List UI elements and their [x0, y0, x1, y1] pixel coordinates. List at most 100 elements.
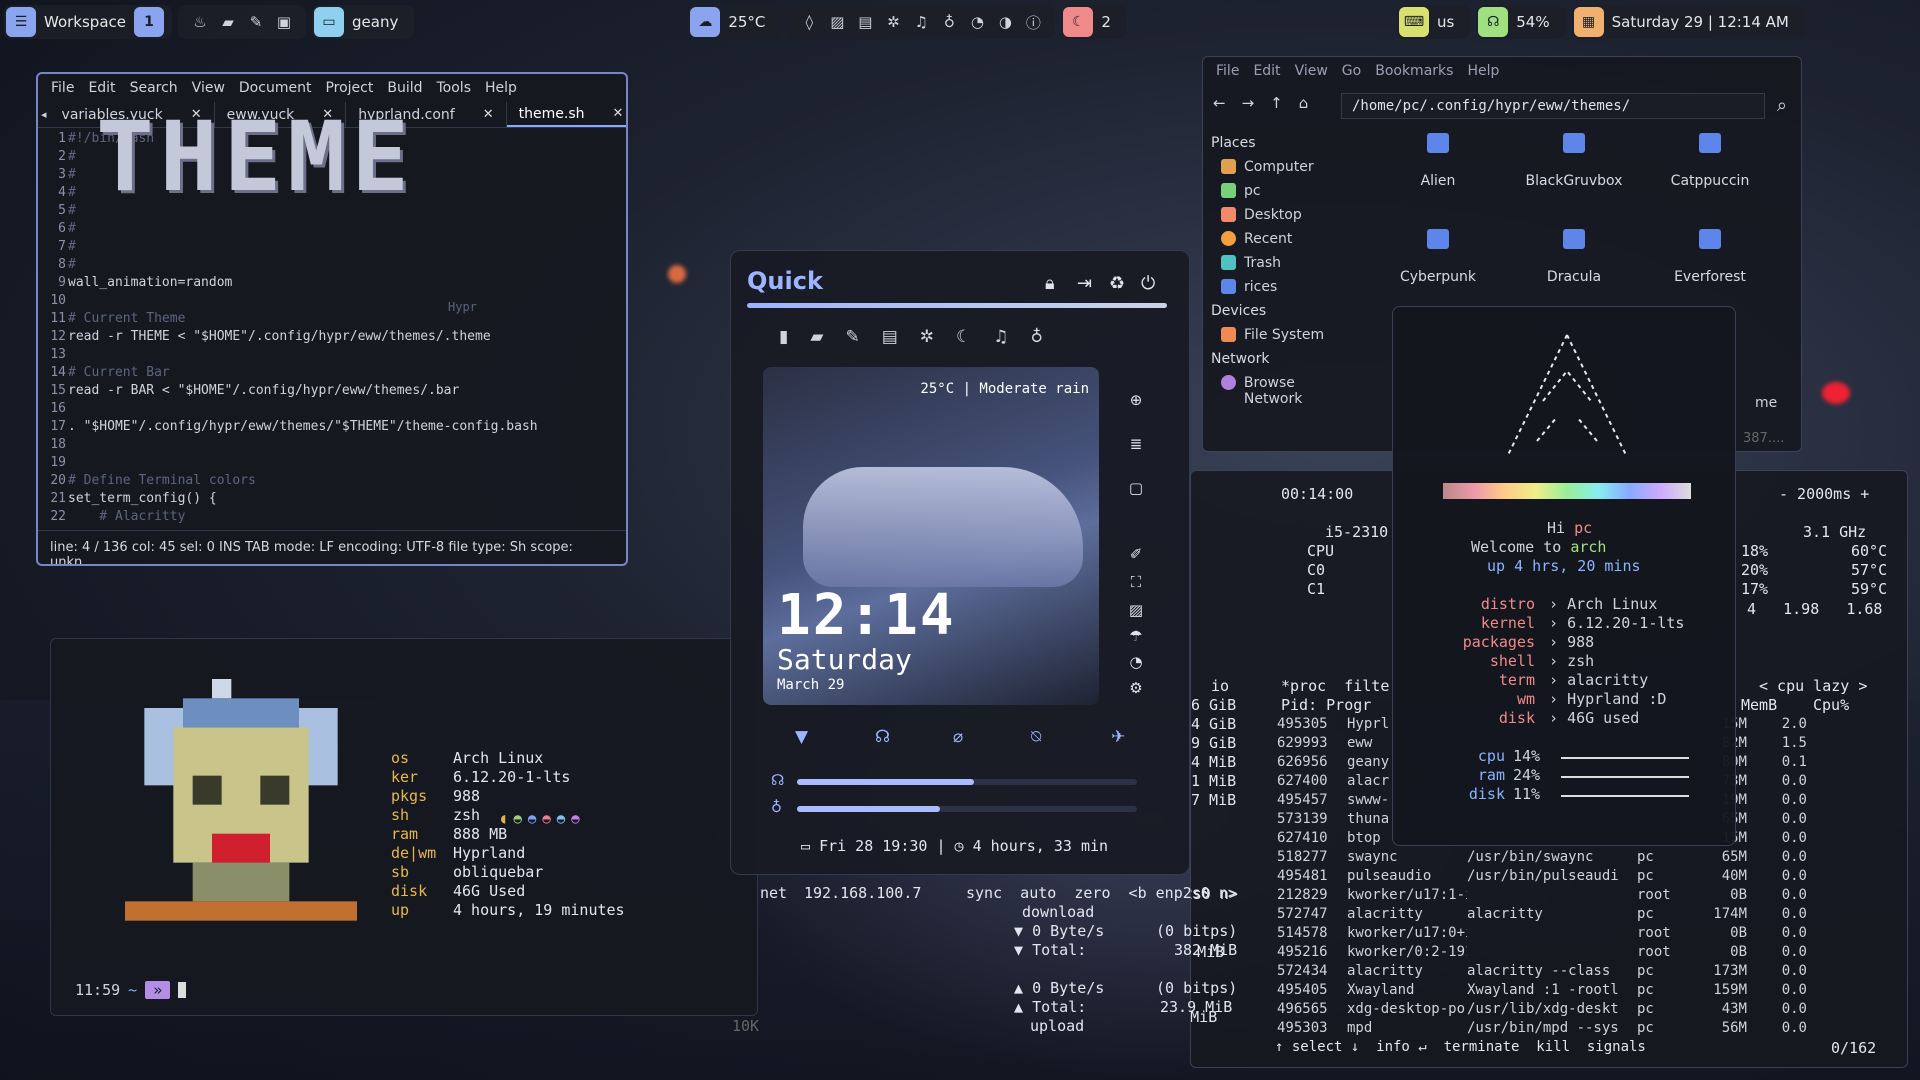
bulb-icon[interactable]: ♁ — [1031, 327, 1043, 347]
timer-icon[interactable]: ◔ — [1121, 653, 1151, 671]
folder-icon[interactable]: ▰ — [810, 327, 823, 347]
settings-icon[interactable]: ✲ — [879, 13, 907, 31]
flame-icon[interactable]: ♨ — [186, 13, 214, 31]
folder-item[interactable]: BlackGruvbox — [1519, 133, 1629, 189]
screen-icon[interactable]: ▢ — [1121, 479, 1151, 497]
folder-item[interactable]: Everforest — [1655, 229, 1765, 285]
process-row[interactable]: 495303 mpd/usr/bin/mpd --sys pc 56M 0.0 — [1277, 1019, 1897, 1038]
place-home[interactable]: pc — [1203, 179, 1375, 203]
timer-icon[interactable]: ◔ — [963, 13, 991, 31]
list-icon[interactable]: ≣ — [1121, 435, 1151, 453]
shell-prompt[interactable]: 11:59 ~ » — [75, 981, 187, 999]
power-icon[interactable]: ⏻ — [1141, 273, 1155, 294]
fullscreen-icon[interactable]: ⛶ — [1121, 573, 1151, 591]
path-bar[interactable]: /home/pc/.config/hypr/eww/themes/ — [1341, 93, 1765, 119]
place-recent[interactable]: Recent — [1203, 227, 1375, 251]
logout-icon[interactable]: ⇥ — [1077, 273, 1092, 294]
date-time[interactable]: Saturday 29 | 12:14 AM — [1604, 13, 1797, 31]
info-icon[interactable]: ⓘ — [1019, 12, 1047, 33]
menu-item[interactable]: Edit — [1246, 63, 1287, 79]
bulb-icon[interactable]: ♁ — [935, 13, 963, 31]
menu-item[interactable]: Help — [478, 80, 524, 96]
menu-item[interactable]: File — [44, 80, 81, 96]
menu-item[interactable]: Tools — [430, 80, 479, 96]
folder-icon[interactable]: ▰ — [214, 13, 242, 31]
close-icon[interactable]: ✕ — [612, 106, 623, 121]
menu-item[interactable]: Go — [1335, 63, 1368, 79]
moon-icon[interactable]: ☾ — [956, 327, 971, 347]
close-icon[interactable]: ✕ — [483, 107, 494, 122]
airplane-icon[interactable]: ✈ — [1111, 727, 1125, 747]
btop-interval[interactable]: - 2000ms + — [1779, 485, 1869, 503]
menu-item[interactable]: View — [185, 80, 232, 96]
process-row[interactable]: 514578 kworker/u17:0+i9 root 0B 0.0 — [1277, 924, 1897, 943]
browse-network[interactable]: Browse Network — [1203, 371, 1375, 411]
device-filesystem[interactable]: File System — [1203, 323, 1375, 347]
menu-item[interactable]: File — [1209, 63, 1246, 79]
place-rices[interactable]: rices — [1203, 275, 1375, 299]
wifi-icon[interactable]: ▼ — [795, 727, 808, 747]
process-row[interactable]: 495405 Xwayland Xwayland :1 -rootl pc 159M 0.… — [1277, 981, 1897, 1000]
btop-footer[interactable]: ↑ select ↓ info ↵ terminate kill signals — [1275, 1039, 1646, 1055]
music-icon[interactable]: ♫ — [993, 327, 1008, 347]
back-icon[interactable]: ← — [1213, 94, 1226, 112]
cpu-lazy[interactable]: < cpu lazy > — [1759, 677, 1867, 695]
menu-item[interactable]: Bookmarks — [1368, 63, 1460, 79]
bell-off-icon[interactable]: ⍉ — [1031, 727, 1041, 747]
files-icon[interactable]: ▤ — [851, 13, 879, 31]
volume-slider[interactable]: ☊ — [771, 771, 1151, 793]
keyboard-layout[interactable]: us — [1429, 13, 1462, 31]
moon-icon[interactable]: ☾ — [1063, 7, 1094, 37]
forward-icon[interactable]: → — [1242, 94, 1255, 112]
terminal-icon[interactable]: ▣ — [270, 13, 298, 31]
folder-item[interactable]: Alien — [1383, 133, 1493, 189]
place-trash[interactable]: Trash — [1203, 251, 1375, 275]
menu-item[interactable]: View — [1288, 63, 1335, 79]
drop-icon[interactable]: ◊ — [795, 13, 823, 31]
target-icon[interactable]: ⊕ — [1121, 391, 1151, 409]
menu-icon[interactable]: ☰ — [6, 7, 36, 37]
tab-scroll-left[interactable]: ◂ — [38, 102, 50, 127]
up-icon[interactable]: ↑ — [1270, 94, 1283, 112]
place-computer[interactable]: Computer — [1203, 155, 1375, 179]
tab-theme[interactable]: theme.sh ✕ — [506, 102, 626, 127]
folder-item[interactable]: Dracula — [1519, 229, 1629, 285]
image-icon[interactable]: ▨ — [1121, 601, 1151, 619]
terminal-window[interactable]: os Arch Linux ker 6.12.20-1-lts pkgs 988 sh zsh… — [50, 638, 758, 1016]
menu-item[interactable]: Build — [380, 80, 429, 96]
process-row[interactable]: 495481 pulseaudio/usr/bin/pulseaudi pc 40M 0… — [1277, 867, 1897, 886]
home-icon[interactable]: ⌂ — [1299, 94, 1309, 112]
mic-slider[interactable]: ♁ — [771, 798, 1151, 820]
recycle-icon[interactable]: ♻ — [1109, 273, 1125, 294]
menu-item[interactable]: Project — [318, 80, 380, 96]
gauge-icon[interactable]: ◑ — [991, 13, 1019, 31]
settings-icon[interactable]: ✲ — [920, 327, 934, 347]
process-row[interactable]: 495216 kworker/0:2-1915 root 0B 0.0 — [1277, 943, 1897, 962]
code-editor[interactable]: THEME Hypr 1 #!/bin/bash 2 #3 #4 #5 #6 #7 #8 #9 wa… — [38, 109, 626, 538]
net-options[interactable]: sync auto zero <b enp2s0 n> — [966, 884, 1237, 902]
gear-icon[interactable]: ⚙ — [1121, 679, 1151, 697]
menu-item[interactable]: Help — [1460, 63, 1506, 79]
mic-off-icon[interactable]: ⌀ — [953, 727, 963, 747]
process-row[interactable]: 496565 xdg-desktop-por/usr/lib/xdg-deskt p… — [1277, 1000, 1897, 1019]
lock-icon[interactable]: 🔒︎ — [1045, 273, 1055, 294]
process-row[interactable]: 572747 alacritty alacritty pc 174M 0.0 — [1277, 905, 1897, 924]
editor-icon[interactable]: ✎ — [845, 327, 859, 347]
folder-item[interactable]: Cyberpunk — [1383, 229, 1493, 285]
menu-item[interactable]: Edit — [81, 80, 122, 96]
workspace-number[interactable]: 1 — [134, 7, 164, 37]
headphones-icon[interactable]: ☊ — [875, 727, 890, 747]
music-icon[interactable]: ♫ — [907, 13, 935, 31]
folder-item[interactable]: Catppuccin — [1655, 133, 1765, 189]
image-icon[interactable]: ▨ — [823, 13, 851, 31]
umbrella-icon[interactable]: ☂ — [1121, 627, 1151, 645]
place-desktop[interactable]: Desktop — [1203, 203, 1375, 227]
bookmark-icon[interactable]: ▮ — [779, 327, 788, 347]
process-row[interactable]: 572434 alacritty alacritty --class pc 173M 0.… — [1277, 962, 1897, 981]
process-row[interactable]: 212829 kworker/u17:1-i9 root 0B 0.0 — [1277, 886, 1897, 905]
process-row[interactable]: 518277 swaync/usr/bin/swaync pc 65M 0.0 — [1277, 848, 1897, 867]
editor-icon[interactable]: ✎ — [242, 13, 270, 31]
menu-item[interactable]: Document — [232, 80, 319, 96]
menu-item[interactable]: Search — [123, 80, 185, 96]
proc-header[interactable]: *proc filte — [1281, 677, 1389, 695]
